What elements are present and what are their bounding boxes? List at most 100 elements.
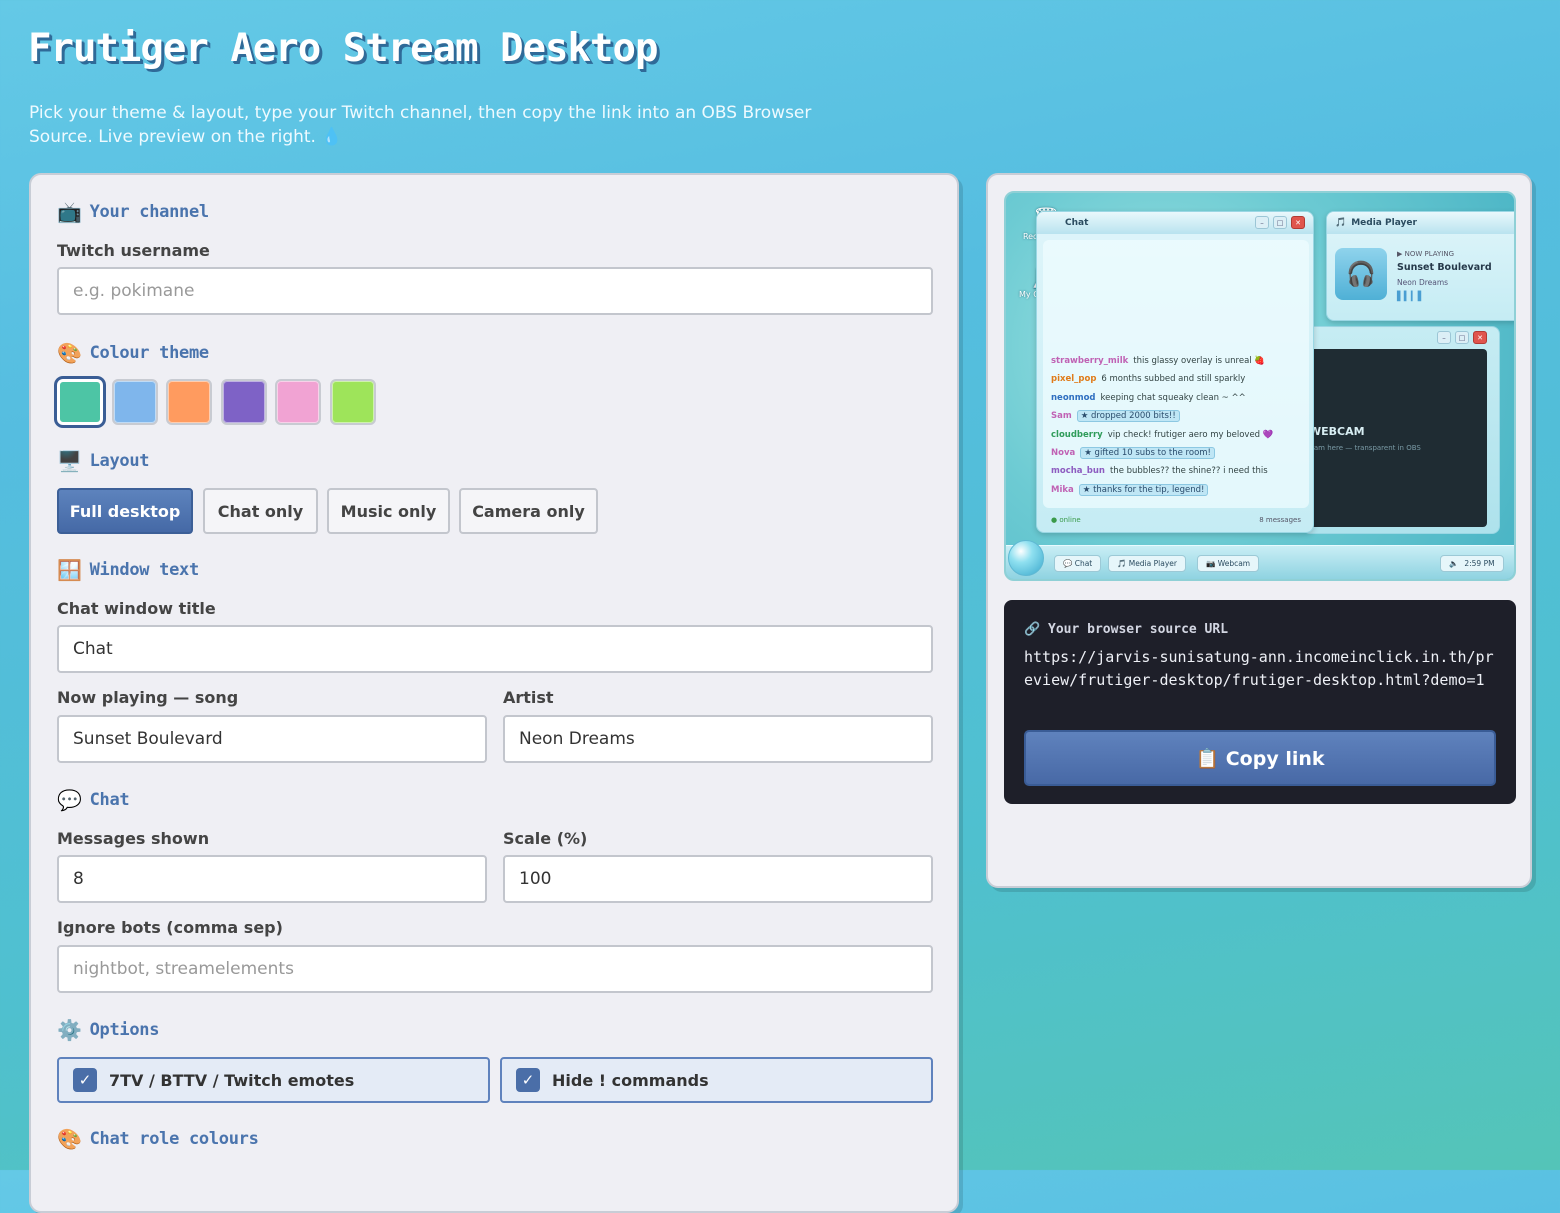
chat-message-text: this glassy overlay is unreal 🍓 [1133, 356, 1265, 366]
section-channel: 📺 Your channel [57, 200, 209, 224]
minimize-icon: – [1255, 216, 1269, 229]
ignore-bots-label: Ignore bots (comma sep) [57, 918, 283, 937]
chat-event-badge: ★ gifted 10 subs to the room! [1080, 447, 1215, 460]
chat-message: neonmod keeping chat squeaky clean ~ ^^ [1051, 389, 1273, 407]
artist-label: Artist [503, 688, 554, 707]
chat-message: pixel_pop 6 months subbed and still spark… [1051, 370, 1273, 388]
window-icon: 🪟 [57, 558, 82, 582]
speech-bubble-icon: 💬 [57, 788, 82, 812]
song-label: Now playing — song [57, 688, 239, 707]
monitor-icon: 🖥️ [57, 449, 82, 473]
section-options: ⚙️ Options [57, 1018, 159, 1042]
chat-username: neonmod [1051, 392, 1096, 403]
theme-swatch-3[interactable] [166, 379, 212, 425]
gear-icon: ⚙️ [57, 1018, 82, 1042]
palette-icon: 🎨 [57, 1127, 82, 1151]
theme-swatch-2[interactable] [112, 379, 158, 425]
scale-input[interactable] [503, 855, 933, 903]
chat-username: Mika [1051, 484, 1074, 495]
webcam-window: – □ ✕ WEBCAM Cam here — transparent in O… [1302, 326, 1500, 534]
chat-username: Nova [1051, 448, 1076, 459]
twitch-username-label: Twitch username [57, 241, 210, 260]
preview-panel: 🗑Recycle Bin 💻My Computer – □ ✕ WEBCAM C… [986, 173, 1532, 888]
chat-message: Nova ★ gifted 10 subs to the room! [1051, 444, 1273, 462]
chat-message: Sam ★ dropped 2000 bits!! [1051, 407, 1273, 425]
twitch-username-input[interactable] [57, 267, 933, 315]
layout-camera-only-button[interactable]: Camera only [459, 488, 598, 534]
layout-music-only-button[interactable]: Music only [327, 488, 450, 534]
chat-username: cloudberry [1051, 429, 1103, 440]
settings-panel: 📺 Your channel Twitch username 🎨 Colour th… [29, 173, 959, 1213]
chat-title-input[interactable] [57, 625, 933, 673]
section-chat: 💬 Chat [57, 788, 130, 812]
section-options-title: Options [89, 1020, 160, 1040]
section-window-text: 🪟 Window text [57, 558, 199, 582]
taskbar: 💬 Chat 🎵 Media Player 📷 Webcam 🔈 2:59 PM [1006, 540, 1514, 579]
taskbar-webcam-button[interactable]: 📷 Webcam [1197, 555, 1260, 572]
chat-username: Sam [1051, 411, 1072, 422]
theme-swatch-1[interactable] [57, 379, 103, 425]
layout-chat-only-button[interactable]: Chat only [203, 488, 318, 534]
checkmark-icon: ✓ [73, 1068, 97, 1092]
chat-message: Mika ★ thanks for the tip, legend! [1051, 481, 1273, 499]
url-box-title: 🔗 Your browser source URL [1024, 622, 1229, 637]
browser-source-url[interactable]: https://jarvis-sunisatung-ann.incomeincl… [1024, 646, 1502, 692]
chat-message-text: vip check! frutiger aero my beloved 💜 [1107, 429, 1274, 440]
theme-swatch-4[interactable] [221, 379, 267, 425]
section-theme-title: Colour theme [89, 343, 210, 363]
checkmark-icon: ✓ [516, 1068, 540, 1092]
section-layout: 🖥️ Layout [57, 449, 150, 473]
webcam-hint: Cam here — transparent in OBS [1309, 444, 1421, 452]
messages-shown-label: Messages shown [57, 829, 210, 848]
page-subtitle: Pick your theme & layout, type your Twit… [29, 103, 812, 147]
now-playing-label: ▶ NOW PLAYING [1397, 250, 1455, 258]
now-playing-song: Sunset Boulevard [1397, 262, 1492, 273]
equalizer-icon: ▌▍▎▌ [1397, 292, 1425, 302]
taskbar-media-button[interactable]: 🎵 Media Player [1108, 555, 1186, 572]
close-icon: ✕ [1473, 331, 1487, 344]
ignore-bots-input[interactable] [57, 945, 933, 993]
copy-link-button[interactable]: 📋 Copy link [1024, 730, 1496, 786]
artist-input[interactable] [503, 715, 933, 763]
layout-full-desktop-button[interactable]: Full desktop [57, 488, 193, 534]
start-orb-icon[interactable] [1008, 540, 1044, 576]
minimize-icon: – [1437, 331, 1451, 344]
theme-swatch-5[interactable] [275, 379, 321, 425]
hide-commands-checkbox-label: Hide ! commands [552, 1070, 709, 1090]
section-channel-title: Your channel [89, 202, 210, 222]
chat-message-text: the bubbles?? the shine?? i need this [1109, 466, 1268, 477]
chat-username: strawberry_milk [1051, 356, 1129, 366]
emotes-checkbox-label: 7TV / BTTV / Twitch emotes [109, 1070, 355, 1090]
chat-message: cloudberry vip check! frutiger aero my be… [1051, 426, 1273, 444]
chat-message-text: 6 months subbed and still sparkly [1101, 374, 1246, 385]
chat-message-list: strawberry_milk this glassy overlay is un… [1051, 352, 1273, 499]
maximize-icon: □ [1273, 216, 1287, 229]
taskbar-chat-button[interactable]: 💬 Chat [1054, 555, 1102, 572]
chat-event-badge: ★ dropped 2000 bits!! [1076, 410, 1180, 423]
messages-shown-input[interactable] [57, 855, 487, 903]
section-theme: 🎨 Colour theme [57, 341, 209, 365]
webcam-label: WEBCAM [1309, 425, 1365, 438]
maximize-icon: □ [1455, 331, 1469, 344]
close-icon: ✕ [1291, 216, 1305, 229]
tv-icon: 📺 [57, 200, 82, 224]
theme-swatch-6[interactable] [330, 379, 376, 425]
desktop-preview: 🗑Recycle Bin 💻My Computer – □ ✕ WEBCAM C… [1004, 191, 1516, 581]
chat-online-status: ● online [1051, 516, 1081, 524]
scale-label: Scale (%) [503, 829, 588, 848]
song-input[interactable] [57, 715, 487, 763]
section-window-text-title: Window text [89, 560, 200, 580]
url-box: 🔗 Your browser source URL https://jarvis… [1004, 600, 1516, 804]
page-title: Frutiger Aero Stream Desktop [28, 26, 658, 71]
emotes-checkbox[interactable]: ✓ 7TV / BTTV / Twitch emotes [57, 1057, 490, 1103]
headphones-icon: 🎧 [1335, 248, 1387, 300]
now-playing-artist: Neon Dreams [1397, 278, 1449, 287]
chat-message-text: keeping chat squeaky clean ~ ^^ [1100, 392, 1246, 403]
chat-username: mocha_bun [1051, 466, 1105, 477]
chat-event-badge: ★ thanks for the tip, legend! [1078, 483, 1209, 496]
palette-icon: 🎨 [57, 341, 82, 365]
music-note-icon: 🎵 [1335, 218, 1347, 228]
chat-window-title: Chat [1065, 218, 1089, 228]
hide-commands-checkbox[interactable]: ✓ Hide ! commands [500, 1057, 933, 1103]
media-window-title: Media Player [1351, 218, 1417, 228]
